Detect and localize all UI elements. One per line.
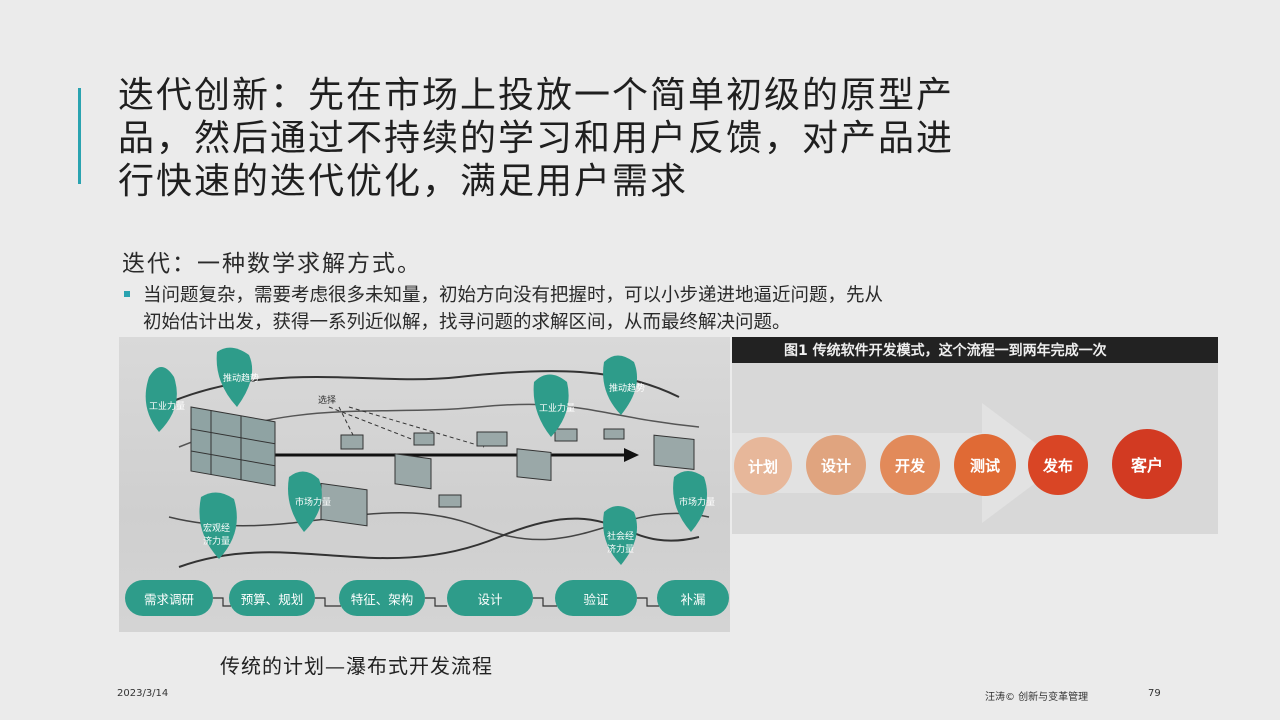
title-accent-bar	[78, 88, 81, 184]
leaf-label-7: 市场力量	[679, 498, 716, 508]
title-line-1: 迭代创新：先在市场上投放一个简单初级的原型产	[118, 75, 955, 116]
footer-page-number: 79	[1148, 688, 1161, 699]
stage-plan: 计划	[734, 437, 792, 495]
footer-date: 2023/3/14	[117, 688, 169, 699]
traditional-dev-mode-photo: 图1 传统软件开发模式，这个流程一到两年完成一次 计划 设计 开发 测试 发布 …	[732, 337, 1218, 534]
leaf-label-8: 社会经济力量	[607, 532, 635, 555]
stage-release: 发布	[1028, 435, 1088, 495]
waterfall-step-row: 需求调研 预算、规划 特征、架构 设计 验证 补漏	[125, 580, 729, 620]
step-patching: 补漏	[657, 580, 729, 616]
title-line-2: 品，然后通过不持续的学习和用户反馈，对产品进	[118, 118, 955, 159]
stage-customer: 客户	[1112, 429, 1182, 499]
title-line-3: 行快速的迭代优化，满足用户需求	[118, 161, 689, 202]
bullet-paragraph: 当问题复杂，需要考虑很多未知量，初始方向没有把握时，可以小步递进地逼近问题，先从…	[124, 282, 1124, 336]
stage-test: 测试	[954, 434, 1016, 496]
stage-plan-label: 计划	[747, 457, 778, 476]
leaf-label-3: 工业力量	[539, 404, 576, 414]
slide-title: 迭代创新：先在市场上投放一个简单初级的原型产 品，然后通过不持续的学习和用户反馈…	[118, 74, 1108, 203]
leaf-label-2: 推动趋势	[223, 374, 260, 384]
leaf-label-1: 工业力量	[149, 402, 186, 412]
leaf-label-4: 推动趋势	[609, 384, 646, 394]
leaf-label-6: 宏观经济力量	[203, 524, 231, 547]
footer-author: 汪涛© 创新与变革管理	[985, 692, 1089, 703]
stage-design-label: 设计	[820, 456, 851, 475]
select-label: 选择	[318, 396, 337, 406]
stage-develop: 开发	[880, 435, 940, 495]
left-figure-caption: 传统的计划—瀑布式开发流程	[220, 654, 493, 678]
bullet-line-1: 当问题复杂，需要考虑很多未知量，初始方向没有把握时，可以小步递进地逼近问题，先从	[143, 285, 884, 306]
stage-release-label: 发布	[1042, 456, 1073, 475]
stage-develop-label: 开发	[894, 456, 925, 475]
step-features-architecture: 特征、架构	[339, 580, 425, 616]
stage-test-label: 测试	[969, 456, 1000, 475]
stage-customer-label: 客户	[1130, 456, 1163, 475]
step-requirements: 需求调研	[125, 580, 213, 616]
step-design: 设计	[447, 580, 533, 616]
leaf-label-5: 市场力量	[295, 498, 332, 508]
figure-banner: 图1 传统软件开发模式，这个流程一到两年完成一次	[732, 337, 1218, 363]
step-budget-planning: 预算、规划	[229, 580, 315, 616]
bullet-line-2: 初始估计出发，获得一系列近似解，找寻问题的求解区间，从而最终解决问题。	[143, 312, 791, 333]
bullet-marker-icon	[124, 291, 130, 297]
step-verification: 验证	[555, 580, 637, 616]
slide-subtitle: 迭代：一种数学求解方式。	[122, 251, 422, 277]
stage-design: 设计	[806, 435, 866, 495]
waterfall-diagram-photo: 选择 工业力量 推动趋势 工业力量 推动趋势 市场力量 宏观经济力量 市场力量 …	[119, 337, 730, 632]
